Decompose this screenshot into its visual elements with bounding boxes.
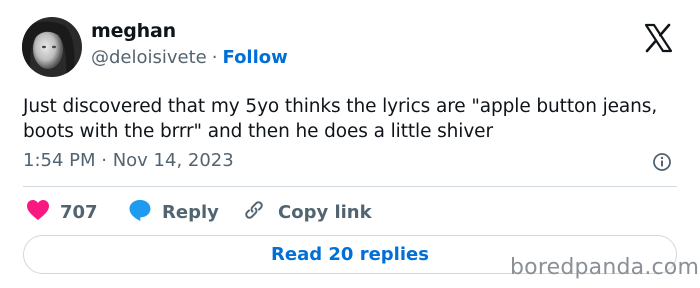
tweet-timestamp[interactable]: 1:54 PM · Nov 14, 2023	[23, 150, 234, 171]
avatar[interactable]	[22, 17, 82, 77]
follow-button[interactable]: Follow	[223, 47, 288, 68]
display-name[interactable]: meghan	[91, 20, 176, 42]
read-replies-label: Read 20 replies	[271, 244, 429, 265]
reply-label: Reply	[162, 201, 219, 223]
heart-icon	[26, 199, 50, 225]
tweet-text-line: Just discovered that my 5yo thinks the l…	[23, 96, 658, 117]
watermark: boredpanda.com	[510, 255, 700, 280]
tweet-text-line: boots with the brrr" and then he does a …	[23, 121, 493, 142]
like-button[interactable]: 707	[26, 199, 98, 225]
reply-bubble-icon	[128, 198, 152, 226]
copy-link-label: Copy link	[278, 201, 372, 223]
info-icon[interactable]	[652, 152, 672, 172]
tweet-text: Just discovered that my 5yo thinks the l…	[23, 94, 683, 144]
link-icon	[242, 198, 266, 226]
like-count: 707	[60, 201, 98, 223]
copy-link-button[interactable]: Copy link	[242, 199, 372, 225]
reply-button[interactable]: Reply	[128, 199, 219, 225]
user-handle[interactable]: @deloisivete	[91, 47, 207, 68]
handle-row: @deloisivete · Follow	[91, 47, 288, 68]
separator-dot: ·	[211, 47, 218, 68]
divider	[23, 186, 677, 187]
x-logo-icon[interactable]	[642, 22, 674, 54]
